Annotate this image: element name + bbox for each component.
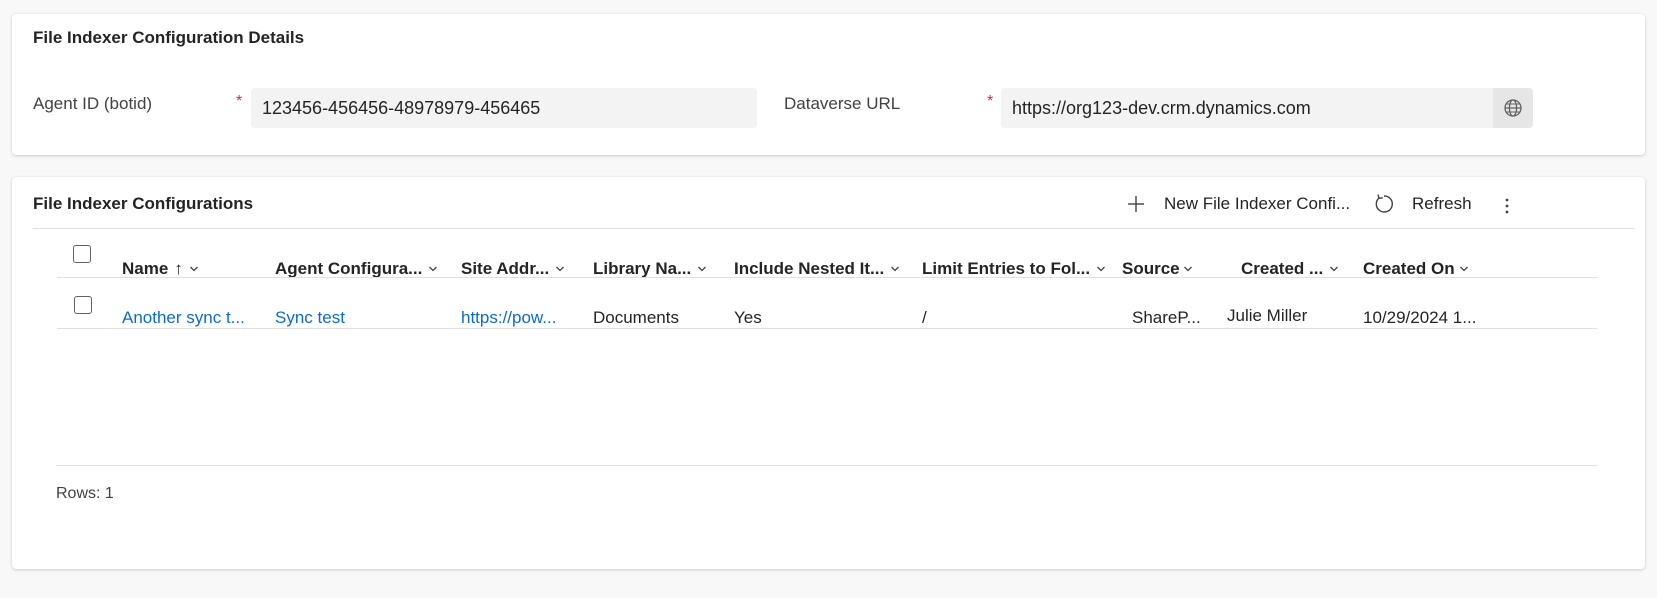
cell-created-by: Julie Miller [1227,306,1308,325]
column-header-name[interactable]: Name ↑ [122,259,199,279]
chevron-down-icon [891,266,900,272]
refresh-icon [1375,194,1393,213]
refresh-label: Refresh [1412,194,1472,213]
column-header-limit-entries[interactable]: Limit Entries to Fol... [922,259,1106,279]
chevron-down-icon [1097,266,1106,272]
cell-agent-configuration-link[interactable]: Sync test [275,308,345,328]
refresh-button[interactable]: Refresh [1373,193,1472,215]
chevron-down-icon [1330,266,1339,272]
column-header-site-address-label: Site Addr... [461,259,550,278]
new-file-indexer-label: New File Indexer Confi... [1164,194,1351,213]
column-header-created-by[interactable]: Created ... [1241,259,1339,279]
more-vertical-icon [1505,198,1509,214]
column-header-source-label: Source [1122,259,1180,278]
cell-source: ShareP... [1132,308,1201,327]
more-commands-button[interactable] [1496,195,1518,217]
dataverse-url-label: Dataverse URL [784,94,901,113]
row-count: Rows: 1 [56,485,114,502]
row-divider [57,328,1597,329]
column-header-created-by-label: Created ... [1241,259,1324,278]
column-header-library-name[interactable]: Library Na... [593,259,707,279]
chevron-down-icon [556,266,565,272]
column-header-created-on[interactable]: Created On [1363,259,1469,279]
column-header-limit-entries-label: Limit Entries to Fol... [922,259,1091,278]
chevron-down-icon [1459,266,1468,272]
column-header-created-on-label: Created On [1363,259,1455,278]
chevron-down-icon [698,266,707,272]
column-header-include-nested-label: Include Nested It... [734,259,885,278]
globe-icon [1504,99,1522,117]
agent-id-required-marker: * [236,93,243,110]
dataverse-url-value: https://org123-dev.crm.dynamics.com [1012,98,1311,118]
cell-site-address-link[interactable]: https://pow... [461,308,556,328]
header-divider [57,277,1597,278]
grid-title: File Indexer Configurations [33,194,254,213]
cell-library-name: Documents [593,308,679,327]
toolbar-divider [33,228,1634,229]
column-header-agent-configuration[interactable]: Agent Configura... [275,259,438,279]
column-header-site-address[interactable]: Site Addr... [461,259,565,279]
chevron-down-icon [1183,266,1192,272]
cell-include-nested: Yes [734,308,762,327]
column-header-include-nested[interactable]: Include Nested It... [734,259,900,279]
column-header-source[interactable]: Source [1122,259,1193,279]
column-header-name-label: Name [122,259,169,278]
cell-limit-entries: / [922,308,927,327]
sort-up-arrow-icon: ↑ [174,259,183,278]
row-select-checkbox[interactable] [74,296,92,314]
dataverse-url-required-marker: * [987,93,994,110]
column-header-library-name-label: Library Na... [593,259,692,278]
cell-created-on: 10/29/2024 1... [1363,308,1477,327]
open-url-button[interactable] [1493,88,1533,128]
agent-id-label: Agent ID (botid) [33,94,153,113]
chevron-down-icon [189,266,198,272]
agent-id-field[interactable]: 123456-456456-48978979-456465 [251,88,757,128]
new-file-indexer-button[interactable]: New File Indexer Confi... [1126,193,1350,215]
column-header-agent-configuration-label: Agent Configura... [275,259,423,278]
details-card: File Indexer Configuration Details Agent… [12,14,1645,155]
cell-name-link[interactable]: Another sync t... [122,308,245,328]
add-icon [1128,196,1144,212]
details-title: File Indexer Configuration Details [33,28,305,47]
select-all-checkbox[interactable] [73,245,91,263]
chevron-down-icon [429,266,438,272]
configurations-card: File Indexer Configurations New File Ind… [12,177,1645,569]
footer-divider [56,465,1597,466]
dataverse-url-field[interactable]: https://org123-dev.crm.dynamics.com [1001,88,1533,128]
